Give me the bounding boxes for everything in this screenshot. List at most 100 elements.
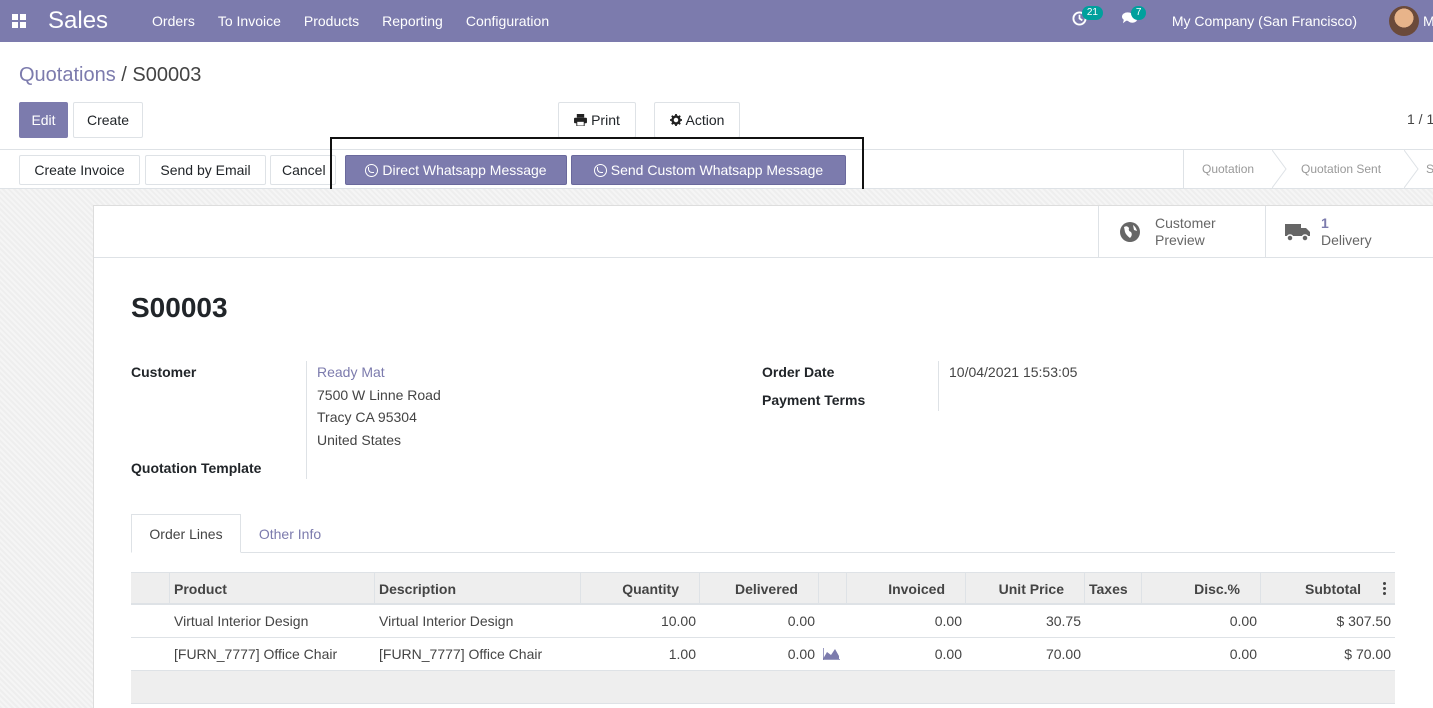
col-unit-price[interactable]: Unit Price [966,573,1085,604]
messages-badge: 7 [1130,6,1147,20]
edit-button[interactable]: Edit [19,102,68,138]
cell-quantity: 10.00 [660,613,696,629]
col-subtotal[interactable]: Subtotal [1261,573,1395,604]
cell-unit-price: 70.00 [1045,646,1081,662]
menu-to-invoice[interactable]: To Invoice [218,13,281,29]
col-quantity[interactable]: Quantity [581,573,700,604]
form-sheet: Customer Preview 1 Delivery S00003 Custo… [93,205,1433,708]
user-name[interactable]: M [1423,13,1433,29]
customer-preview-button[interactable]: Customer Preview [1098,206,1265,258]
order-date-value[interactable]: 10/04/2021 15:53:05 [949,361,1077,384]
area-chart-icon[interactable] [823,648,840,660]
status-bar: Create Invoice Send by Email Cancel Dire… [0,149,1433,189]
table-row[interactable]: [FURN_7777] Office Chair [FURN_7777] Off… [131,638,1395,671]
field-separator [938,361,939,411]
send-by-email-button[interactable]: Send by Email [145,155,266,185]
order-date-label: Order Date [762,364,835,380]
whatsapp-icon [593,163,607,177]
company-switcher[interactable]: My Company (San Francisco) [1172,13,1357,29]
cell-quantity: 1.00 [668,646,696,662]
menu-orders[interactable]: Orders [152,13,195,29]
handle-column-header [131,573,170,604]
messages-icon[interactable]: 7 [1121,6,1147,31]
user-avatar[interactable] [1389,6,1419,36]
direct-whatsapp-label: Direct Whatsapp Message [382,162,547,178]
customer-preview-line2: Preview [1155,232,1205,248]
customer-link[interactable]: Ready Mat [317,361,441,384]
menu-reporting[interactable]: Reporting [382,13,443,29]
breadcrumb-quotations[interactable]: Quotations [19,64,116,86]
cell-taxes [1085,605,1142,637]
table-footer [131,671,1395,704]
gear-icon [669,114,682,126]
cell-taxes [1085,638,1142,670]
cell-description: [FURN_7777] Office Chair [379,646,543,662]
cell-invoiced: 0.00 [934,613,962,629]
record-title: S00003 [131,292,228,323]
custom-whatsapp-label: Send Custom Whatsapp Message [610,162,824,178]
custom-whatsapp-button[interactable]: Send Custom Whatsapp Message [571,155,846,185]
create-button[interactable]: Create [73,102,143,138]
cell-discount: 0.00 [1229,646,1257,662]
top-navbar: Sales Orders To Invoice Products Reporti… [0,0,1433,42]
direct-whatsapp-button[interactable]: Direct Whatsapp Message [345,155,567,185]
address-line2: Tracy CA 95304 [317,409,417,425]
col-forecast [819,573,847,604]
breadcrumb: Quotations / S00003 [19,64,201,87]
customer-preview-text: Customer Preview [1155,215,1216,249]
cell-product: [FURN_7777] Office Chair [174,646,338,662]
cell-forecast [819,638,847,670]
stage-divider [1183,150,1184,188]
col-delivered[interactable]: Delivered [700,573,819,604]
activity-badge: 21 [1081,6,1103,20]
quotation-template-label: Quotation Template [131,460,262,476]
menu-products[interactable]: Products [304,13,359,29]
table-header: Product Description Quantity Delivered I… [131,572,1395,605]
apps-menu-icon[interactable] [12,14,26,28]
truck-icon [1285,224,1310,242]
cell-unit-price: 30.75 [1045,613,1081,629]
breadcrumb-separator: / [115,64,133,86]
customer-address: Ready Mat 7500 W Linne Road Tracy CA 953… [317,361,441,451]
customer-preview-line1: Customer [1155,215,1216,231]
delivery-button[interactable]: 1 Delivery [1265,206,1433,258]
cell-delivered: 0.00 [787,613,815,629]
delivery-text: 1 Delivery [1321,215,1372,249]
payment-terms-label: Payment Terms [762,392,866,408]
notebook-tabs: Order Lines Other Info [131,514,1395,553]
stage-quotation-sent[interactable]: Quotation Sent [1301,150,1381,188]
column-options-icon[interactable] [1383,582,1386,596]
print-button[interactable]: Print [558,102,636,138]
tab-order-lines[interactable]: Order Lines [131,514,241,553]
breadcrumb-current: S00003 [132,64,202,86]
stage-chevron-icon [1272,150,1287,188]
address-line3: United States [317,431,402,448]
action-button[interactable]: Action [654,102,740,138]
cell-description: Virtual Interior Design [379,613,514,629]
tab-other-info[interactable]: Other Info [247,514,333,553]
col-product[interactable]: Product [170,573,375,604]
create-invoice-button[interactable]: Create Invoice [19,155,140,185]
address-line1: 7500 W Linne Road [317,386,441,403]
col-invoiced[interactable]: Invoiced [847,573,966,604]
col-discount[interactable]: Disc.% [1142,573,1261,604]
pager[interactable]: 1 / 1 [1407,111,1433,127]
table-row[interactable]: Virtual Interior Design Virtual Interior… [131,605,1395,638]
col-description[interactable]: Description [375,573,581,604]
delivery-count: 1 [1321,215,1329,231]
cell-subtotal: $ 307.50 [1336,613,1392,629]
customer-label: Customer [131,364,197,380]
stage-quotation[interactable]: Quotation [1202,150,1254,188]
print-label: Print [591,112,620,128]
cell-product: Virtual Interior Design [174,613,309,629]
col-taxes[interactable]: Taxes [1085,573,1142,604]
menu-configuration[interactable]: Configuration [466,13,549,29]
cancel-button[interactable]: Cancel [270,155,336,185]
globe-icon [1120,222,1140,242]
stage-sales-order[interactable]: S [1426,150,1433,188]
activity-clock-icon[interactable]: 21 [1072,6,1103,31]
smart-button-box: Customer Preview 1 Delivery [94,206,1433,258]
app-title[interactable]: Sales [48,7,108,35]
cell-discount: 0.00 [1229,613,1257,629]
delivery-label: Delivery [1321,232,1372,248]
